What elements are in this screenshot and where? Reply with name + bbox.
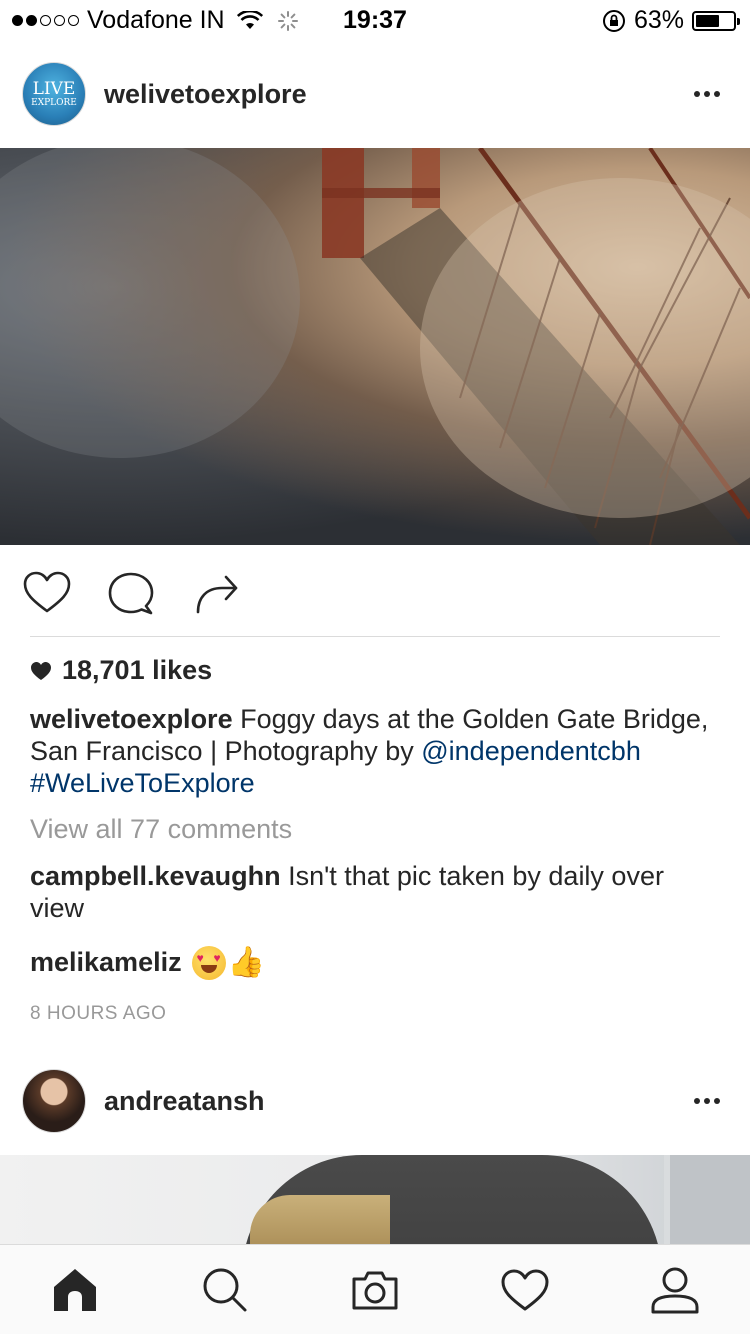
post-username[interactable]: welivetoexplore — [104, 79, 307, 110]
battery-percent: 63% — [633, 6, 684, 34]
post-header: LIVE EXPLORE welivetoexplore — [0, 40, 750, 148]
avatar-logo-text: LIVE — [32, 78, 76, 99]
caption-username[interactable]: welivetoexplore — [30, 704, 233, 734]
post-photo[interactable] — [0, 1155, 750, 1245]
more-options-icon[interactable] — [694, 1098, 720, 1104]
comment: melikameliz 👍 — [30, 945, 265, 980]
avatar-logo-subtext: EXPLORE — [31, 97, 77, 108]
avatar[interactable]: LIVE EXPLORE — [22, 62, 86, 126]
battery-icon — [692, 10, 740, 31]
tab-bar — [0, 1244, 750, 1334]
post-username[interactable]: andreatansh — [104, 1086, 265, 1117]
likes-label: 18,701 likes — [62, 655, 213, 685]
home-icon[interactable] — [50, 1265, 100, 1315]
comment-username[interactable]: campbell.kevaughn — [30, 861, 281, 891]
more-options-icon[interactable] — [694, 91, 720, 97]
search-icon[interactable] — [200, 1265, 250, 1315]
battery-level — [696, 14, 719, 27]
activity-heart-icon[interactable] — [500, 1265, 550, 1315]
post-photo[interactable] — [0, 148, 750, 545]
comment-username[interactable]: melikameliz — [30, 947, 182, 978]
filled-heart-icon — [31, 661, 51, 680]
caption-hashtag[interactable]: #WeLiveToExplore — [30, 768, 255, 798]
post-timestamp: 8 HOURS AGO — [30, 1003, 167, 1024]
caption-mention[interactable]: @independentcbh — [421, 736, 641, 766]
comment: campbell.kevaughn Isn't that pic taken b… — [30, 860, 720, 924]
post-actions — [0, 560, 750, 624]
profile-icon[interactable] — [650, 1265, 700, 1315]
share-arrow-icon[interactable] — [192, 568, 242, 618]
thumbs-up-emoji-icon: 👍 — [227, 946, 265, 979]
orientation-lock-icon — [602, 9, 625, 32]
camera-icon[interactable] — [350, 1265, 400, 1315]
post-caption: welivetoexplore Foggy days at the Golden… — [30, 703, 720, 799]
bridge-illustration — [0, 148, 750, 545]
heart-eyes-emoji-icon — [191, 945, 226, 980]
divider — [30, 636, 720, 637]
avatar[interactable] — [22, 1069, 86, 1133]
likes-count[interactable]: 18,701 likes — [30, 655, 212, 686]
post-header: andreatansh — [0, 1047, 750, 1155]
status-bar: Vodafone IN 19:37 63% — [0, 0, 750, 40]
heart-outline-icon[interactable] — [22, 568, 72, 618]
photo-background — [664, 1155, 750, 1245]
photo-detail — [250, 1195, 390, 1245]
status-right: 63% — [602, 6, 740, 35]
comment-bubble-icon[interactable] — [106, 568, 156, 618]
view-all-comments-link[interactable]: View all 77 comments — [30, 814, 292, 845]
